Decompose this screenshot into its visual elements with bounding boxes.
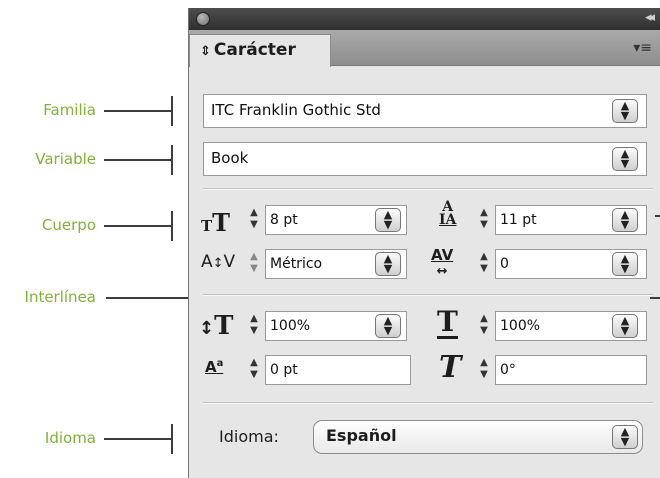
tracking-dropdown-button[interactable]: ▲ ▼: [612, 252, 638, 276]
skew-stepper[interactable]: ▲ ▼: [475, 355, 493, 383]
panel-menu-icon[interactable]: ▾≡: [633, 40, 652, 56]
font-style-value: Book: [211, 149, 249, 167]
callout-familia-tick: [171, 96, 173, 126]
tracking-stepper[interactable]: ▲ ▼: [475, 249, 493, 277]
kerning-dropdown-button[interactable]: ▲ ▼: [375, 252, 401, 276]
vertical-scale-icon: ↕T: [199, 311, 234, 341]
tab-caracter-label: Carácter: [213, 40, 296, 60]
horizontal-scale-value: 100%: [500, 318, 541, 334]
horizontal-scale-dropdown-button[interactable]: ▲ ▼: [612, 314, 638, 338]
font-family-value: ITC Franklin Gothic Std: [211, 101, 381, 119]
language-select[interactable]: Español: [313, 420, 643, 454]
callout-idioma: Idioma: [44, 429, 96, 447]
callout-interlinea-right-line: [650, 297, 660, 299]
tracking-value: 0: [500, 256, 509, 272]
font-family-select[interactable]: ITC Franklin Gothic Std: [203, 94, 647, 128]
font-size-icon: TT: [201, 208, 231, 237]
horizontal-scale-icon: T: [437, 305, 458, 339]
font-size-dropdown-button[interactable]: ▲ ▼: [375, 208, 401, 232]
tab-sort-icon: ⇕: [200, 44, 211, 59]
panel-tabbar: ⇕ Carácter ▾≡: [189, 30, 660, 67]
leading-stepper[interactable]: ▲ ▼: [475, 205, 493, 233]
language-label: Idioma:: [219, 427, 279, 446]
font-size-value: 8 pt: [270, 212, 298, 228]
baseline-shift-field[interactable]: 0 pt: [265, 355, 411, 385]
callout-idioma-line: [104, 438, 172, 440]
vertical-scale-stepper[interactable]: ▲ ▼: [245, 311, 263, 339]
callout-cuerpo-line: [104, 225, 172, 227]
vertical-scale-value: 100%: [270, 318, 311, 334]
language-dropdown-button[interactable]: ▲ ▼: [612, 425, 638, 449]
leading-value: 11 pt: [500, 212, 537, 228]
font-style-select[interactable]: Book: [203, 142, 647, 176]
section-divider: [203, 402, 653, 404]
callout-familia-line: [104, 110, 172, 112]
font-style-dropdown-button[interactable]: ▲ ▼: [612, 147, 638, 171]
section-divider: [203, 294, 653, 296]
baseline-shift-value: 0 pt: [270, 362, 298, 378]
font-size-stepper[interactable]: ▲ ▼: [245, 205, 263, 233]
callout-variable-line: [104, 159, 172, 161]
baseline-shift-stepper[interactable]: ▲ ▼: [245, 355, 263, 383]
leading-dropdown-button[interactable]: ▲ ▼: [612, 208, 638, 232]
callout-interlinea-line: [106, 297, 190, 299]
language-value: Español: [326, 426, 397, 445]
skew-field[interactable]: 0°: [495, 355, 647, 385]
callout-variable-tick: [171, 145, 173, 175]
section-divider: [203, 188, 653, 190]
leading-icon: A IA: [439, 199, 457, 228]
callout-cuerpo-tick: [171, 211, 173, 241]
skew-icon: T: [439, 350, 462, 385]
horizontal-scale-stepper[interactable]: ▲ ▼: [475, 311, 493, 339]
kerning-stepper[interactable]: ▲ ▼: [245, 249, 263, 277]
baseline-shift-icon: Aa: [205, 358, 224, 376]
font-family-dropdown-button[interactable]: ▲ ▼: [612, 99, 638, 123]
tracking-icon: AV ↔: [431, 246, 454, 280]
callout-familia: Familia: [43, 101, 96, 119]
character-panel: ◂◂ ⇕ Carácter ▾≡ ITC Franklin Gothic Std …: [188, 8, 660, 478]
collapse-panel-icon[interactable]: ◂◂: [645, 10, 655, 25]
skew-value: 0°: [500, 362, 516, 378]
kerning-value: Métrico: [270, 256, 323, 272]
callout-interlinea: Interlínea: [24, 288, 96, 306]
kerning-icon: A↕V: [201, 252, 236, 272]
panel-titlebar[interactable]: ◂◂: [189, 8, 660, 30]
callout-idioma-tick: [171, 424, 173, 454]
callout-variable: Variable: [35, 150, 96, 168]
close-panel-icon[interactable]: [196, 12, 210, 26]
tab-caracter[interactable]: ⇕ Carácter: [189, 34, 331, 67]
callout-leading-tick: [655, 215, 660, 217]
vertical-scale-dropdown-button[interactable]: ▲ ▼: [375, 314, 401, 338]
callout-cuerpo: Cuerpo: [41, 216, 96, 234]
